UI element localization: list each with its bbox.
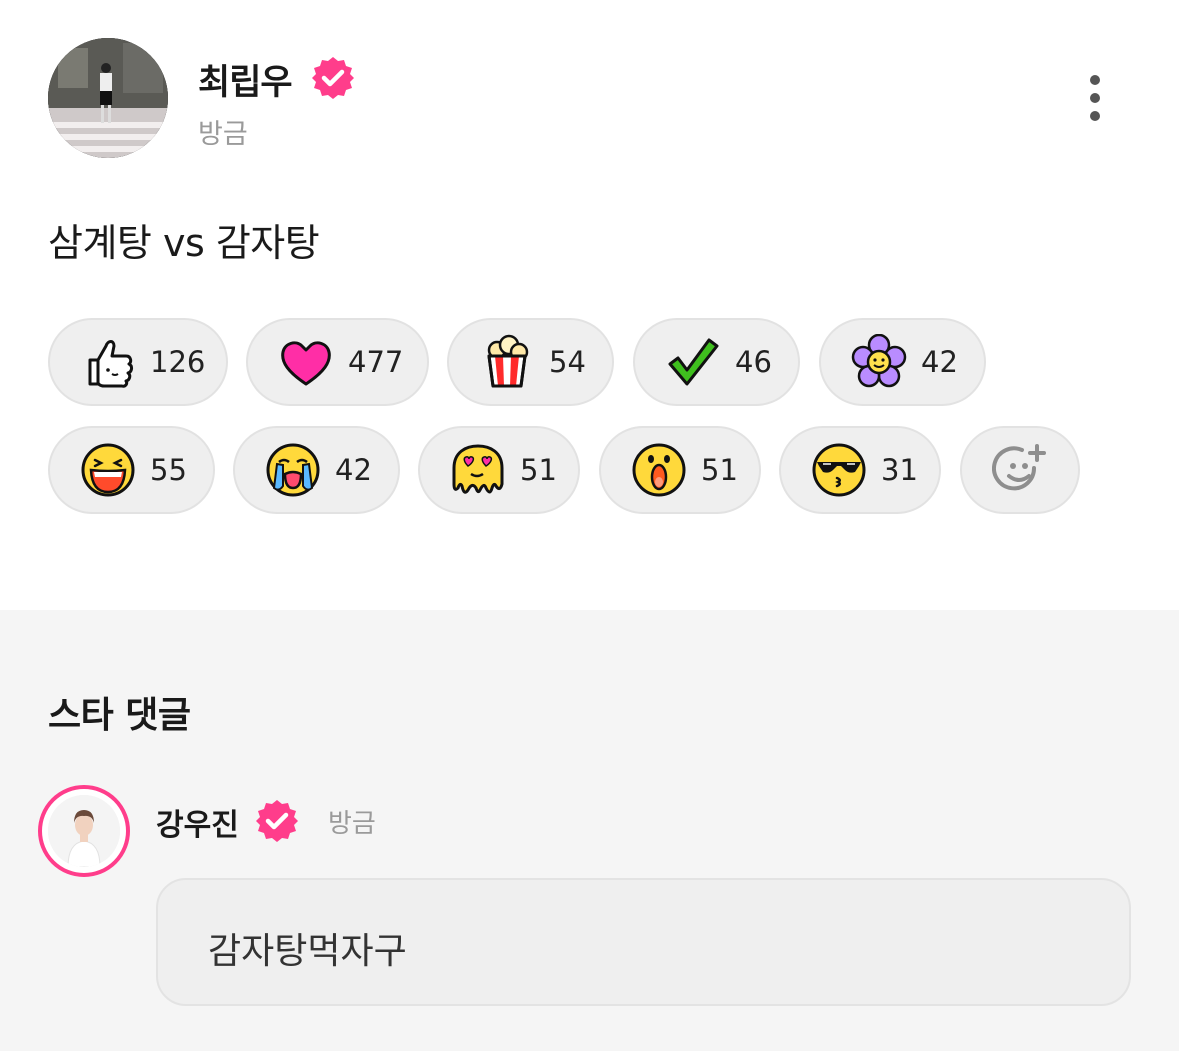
reaction-count: 42 — [921, 345, 958, 379]
reaction-sunglasses[interactable]: 31 — [779, 426, 941, 514]
section-title: 스타 댓글 — [48, 695, 191, 736]
reaction-heart[interactable]: 477 — [246, 318, 429, 406]
post-time: 방금 — [198, 119, 248, 150]
post-text: 삼계탕 vs 감자탕 — [48, 221, 320, 265]
reaction-heart-eyes[interactable]: 51 — [418, 426, 580, 514]
reaction-count: 51 — [520, 453, 557, 487]
reaction-count: 55 — [150, 453, 187, 487]
reaction-surprised[interactable]: 51 — [599, 426, 761, 514]
reaction-count: 51 — [701, 453, 738, 487]
reaction-popcorn[interactable]: 54 — [447, 318, 614, 406]
reaction-count: 46 — [735, 345, 772, 379]
surprised-face-icon — [632, 443, 686, 497]
heart-eyes-melting-face-icon — [452, 444, 504, 494]
add-emoji-icon — [992, 444, 1046, 491]
verified-badge-icon — [256, 800, 298, 842]
author-name[interactable]: 최립우 — [198, 54, 293, 105]
reaction-count: 31 — [881, 453, 918, 487]
reaction-count: 126 — [150, 345, 206, 379]
heart-icon — [281, 341, 331, 386]
verified-badge-icon — [312, 57, 354, 99]
comment-time: 방금 — [328, 809, 376, 839]
sunglasses-kiss-face-icon — [812, 443, 866, 497]
popcorn-icon — [487, 334, 529, 388]
reaction-checkmark[interactable]: 46 — [633, 318, 800, 406]
crying-face-icon — [266, 443, 320, 497]
reaction-count: 42 — [335, 453, 372, 487]
thumbs-up-icon — [88, 340, 133, 388]
post-card: 최립우 방금 삼계탕 vs 감자탕 126 477 54 46 42 55 42… — [0, 0, 1179, 610]
checkmark-icon — [668, 338, 719, 386]
reaction-flower[interactable]: 42 — [819, 318, 986, 406]
more-options-icon[interactable] — [1080, 72, 1110, 124]
add-reaction-button[interactable] — [960, 426, 1080, 514]
commenter-avatar[interactable] — [38, 785, 130, 877]
reaction-count: 477 — [348, 345, 404, 379]
reaction-crying[interactable]: 42 — [233, 426, 400, 514]
laughing-face-icon — [81, 443, 135, 497]
comment-text: 감자탕먹자구 — [208, 931, 407, 972]
reaction-laughing[interactable]: 55 — [48, 426, 215, 514]
author-avatar[interactable] — [48, 38, 168, 158]
commenter-name[interactable]: 강우진 — [156, 800, 239, 844]
flower-icon — [851, 334, 907, 388]
comment-bubble: 감자탕먹자구 — [156, 878, 1131, 1006]
reaction-thumbs-up[interactable]: 126 — [48, 318, 228, 406]
reaction-count: 54 — [549, 345, 586, 379]
